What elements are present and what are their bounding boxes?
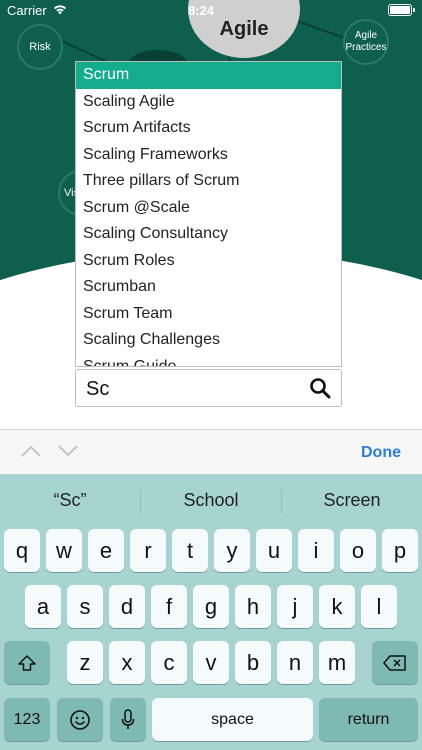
- key[interactable]: i: [298, 529, 334, 572]
- suggestion-item[interactable]: Scrum Artifacts: [76, 115, 341, 142]
- key[interactable]: q: [4, 529, 40, 572]
- wifi-icon: [53, 5, 67, 15]
- search-icon[interactable]: [309, 377, 331, 399]
- suggestion-dropdown[interactable]: Scrum Scaling Agile Scrum Artifacts Scal…: [75, 61, 342, 367]
- backspace-icon: [383, 654, 406, 671]
- key[interactable]: g: [193, 585, 229, 628]
- suggestion-item[interactable]: Scrum Team: [76, 301, 341, 328]
- mindmap-node-risk[interactable]: Risk: [17, 24, 63, 70]
- key[interactable]: f: [151, 585, 187, 628]
- shift-key[interactable]: [4, 641, 50, 684]
- suggestion-item[interactable]: Scrumban: [76, 274, 341, 301]
- key[interactable]: l: [361, 585, 397, 628]
- key[interactable]: a: [25, 585, 61, 628]
- key[interactable]: n: [277, 641, 313, 684]
- chevron-down-icon[interactable]: [57, 444, 79, 458]
- microphone-icon: [121, 708, 135, 729]
- key[interactable]: c: [151, 641, 187, 684]
- key[interactable]: y: [214, 529, 250, 572]
- node-label: Risk: [29, 40, 51, 53]
- center-node-label: Agile: [219, 17, 269, 40]
- suggestion-item[interactable]: Scaling Frameworks: [76, 142, 341, 169]
- status-time: 8:24: [188, 3, 215, 18]
- key[interactable]: v: [193, 641, 229, 684]
- keyboard-accessory-bar: Done: [0, 429, 422, 474]
- key[interactable]: t: [172, 529, 208, 572]
- keyboard: “Sc” School Screen q w e r t y u i o p a…: [0, 474, 422, 750]
- key[interactable]: h: [235, 585, 271, 628]
- key[interactable]: j: [277, 585, 313, 628]
- numbers-key[interactable]: 123: [4, 698, 50, 741]
- return-key[interactable]: return: [319, 698, 418, 741]
- key[interactable]: w: [46, 529, 82, 572]
- key[interactable]: x: [109, 641, 145, 684]
- emoji-key[interactable]: [57, 698, 103, 741]
- key[interactable]: e: [88, 529, 124, 572]
- mindmap-node-agile-practices[interactable]: Agile Practices: [343, 19, 389, 65]
- node-label: Agile Practices: [345, 30, 387, 53]
- search-field[interactable]: [75, 369, 342, 407]
- suggestion-item[interactable]: Scaling Challenges: [76, 327, 341, 354]
- space-key[interactable]: space: [152, 698, 313, 741]
- key[interactable]: k: [319, 585, 355, 628]
- search-input[interactable]: [86, 376, 306, 402]
- key[interactable]: b: [235, 641, 271, 684]
- prediction-item[interactable]: School: [141, 490, 281, 511]
- chevron-up-icon[interactable]: [20, 444, 42, 458]
- prediction-item[interactable]: Screen: [282, 490, 422, 511]
- prediction-item[interactable]: “Sc”: [0, 490, 140, 511]
- dictation-key[interactable]: [110, 698, 146, 741]
- delete-key[interactable]: [372, 641, 418, 684]
- key[interactable]: m: [319, 641, 355, 684]
- key[interactable]: u: [256, 529, 292, 572]
- suggestion-item[interactable]: Scrum Guide: [76, 354, 341, 367]
- key[interactable]: r: [130, 529, 166, 572]
- suggestion-item[interactable]: Scrum: [76, 62, 341, 89]
- done-button[interactable]: Done: [361, 444, 401, 462]
- status-bar: Carrier 8:24: [0, 0, 422, 22]
- key[interactable]: o: [340, 529, 376, 572]
- battery-icon: [388, 4, 415, 16]
- suggestion-item[interactable]: Scaling Agile: [76, 89, 341, 116]
- predictive-bar: “Sc” School Screen: [0, 474, 422, 527]
- suggestion-item[interactable]: Scrum Roles: [76, 248, 341, 275]
- carrier-label: Carrier: [7, 3, 47, 18]
- key[interactable]: p: [382, 529, 418, 572]
- key[interactable]: s: [67, 585, 103, 628]
- key[interactable]: d: [109, 585, 145, 628]
- key[interactable]: z: [67, 641, 103, 684]
- suggestion-item[interactable]: Scaling Consultancy: [76, 221, 341, 248]
- suggestion-item[interactable]: Three pillars of Scrum: [76, 168, 341, 195]
- suggestion-item[interactable]: Scrum @Scale: [76, 195, 341, 222]
- shift-icon: [18, 654, 36, 671]
- emoji-icon: [70, 709, 90, 730]
